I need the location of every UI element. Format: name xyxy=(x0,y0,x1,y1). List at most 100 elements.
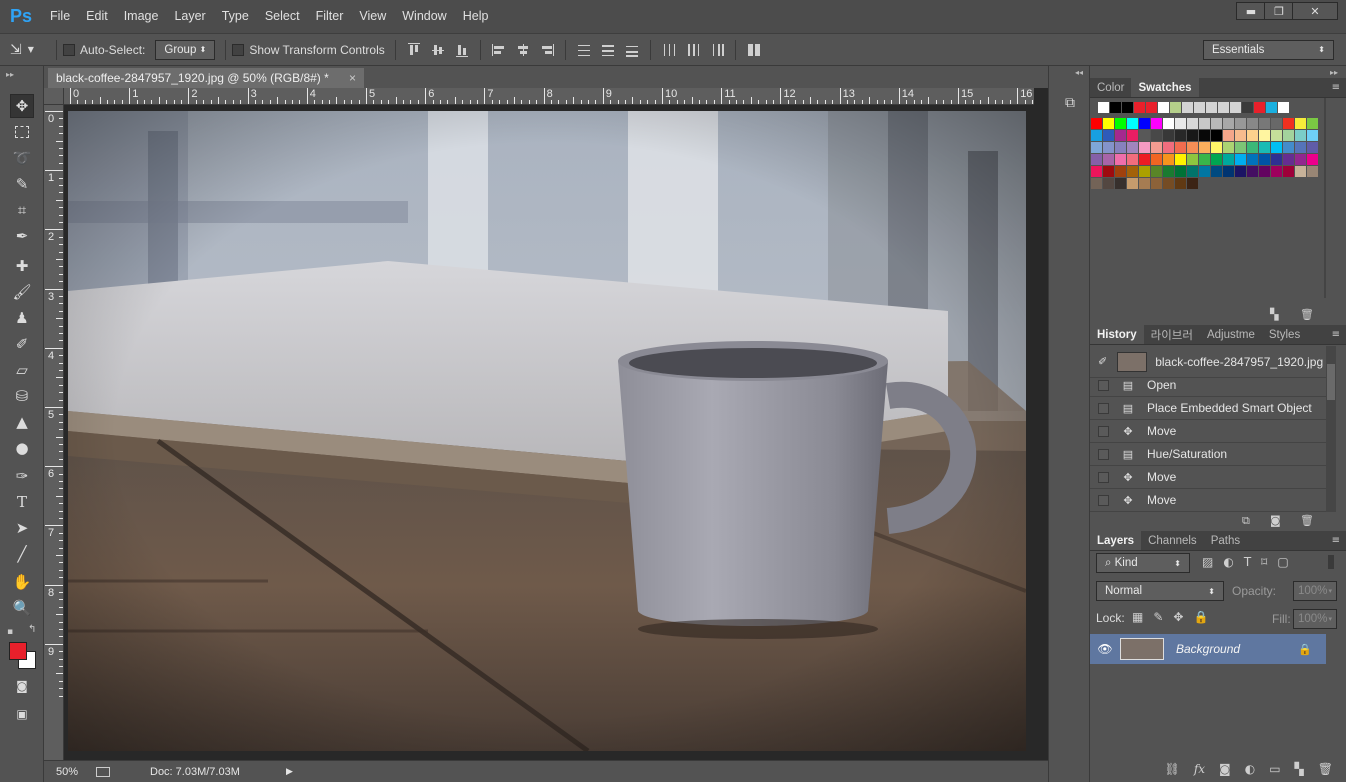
collapse-panel-icon[interactable]: ▸▸ xyxy=(6,70,14,79)
color-swatch[interactable] xyxy=(1091,166,1102,177)
color-swatch[interactable] xyxy=(1115,130,1126,141)
menu-help[interactable]: Help xyxy=(455,0,497,33)
auto-align-icon[interactable] xyxy=(746,42,762,58)
color-swatch[interactable] xyxy=(1211,118,1222,129)
history-item[interactable]: ✥ Move xyxy=(1090,466,1326,489)
color-swatch[interactable] xyxy=(1247,154,1258,165)
color-swatch[interactable] xyxy=(1091,154,1102,165)
color-swatch[interactable] xyxy=(1091,118,1102,129)
color-swatch[interactable] xyxy=(1163,166,1174,177)
visibility-eye-icon[interactable]: 👁 xyxy=(1090,642,1120,656)
color-swatch[interactable] xyxy=(1103,154,1114,165)
delete-layer-icon[interactable]: 🗑 xyxy=(1318,762,1333,776)
color-swatch[interactable] xyxy=(1091,178,1102,189)
color-swatch[interactable] xyxy=(1247,166,1258,177)
color-swatch[interactable] xyxy=(1235,130,1246,141)
color-swatch[interactable] xyxy=(1175,178,1186,189)
restore-button[interactable]: ❐ xyxy=(1264,2,1294,20)
color-swatch[interactable] xyxy=(1211,130,1222,141)
color-swatch[interactable] xyxy=(1187,178,1198,189)
color-swatch[interactable] xyxy=(1199,142,1210,153)
close-document-icon[interactable]: × xyxy=(349,71,356,85)
distribute-hcenter-icon[interactable] xyxy=(685,42,701,58)
color-swatch[interactable] xyxy=(1271,130,1282,141)
color-swatch[interactable] xyxy=(1103,142,1114,153)
recent-swatch[interactable] xyxy=(1266,102,1277,113)
panel-menu-icon[interactable]: ≡ xyxy=(1332,82,1340,93)
layer-row-background[interactable]: 👁 Background 🔒 xyxy=(1090,634,1326,664)
add-mask-icon[interactable]: ◙ xyxy=(1219,762,1231,776)
color-swatch[interactable] xyxy=(1223,142,1234,153)
zoom-tool-icon[interactable]: 🔍 xyxy=(10,596,34,620)
delete-swatch-icon[interactable]: 🗑 xyxy=(1300,308,1314,321)
color-swatch[interactable] xyxy=(1199,130,1210,141)
color-swatch[interactable] xyxy=(1139,178,1150,189)
color-swatch[interactable] xyxy=(1211,154,1222,165)
color-swatch[interactable] xyxy=(1223,166,1234,177)
color-swatch[interactable] xyxy=(1115,178,1126,189)
menu-file[interactable]: File xyxy=(42,0,78,33)
recent-swatch[interactable] xyxy=(1110,102,1121,113)
history-state-checkbox[interactable] xyxy=(1098,448,1109,460)
color-swatch[interactable] xyxy=(1247,130,1258,141)
tab-swatches[interactable]: Swatches xyxy=(1131,78,1199,97)
color-swatch[interactable] xyxy=(1151,142,1162,153)
color-swatch[interactable] xyxy=(1187,142,1198,153)
status-menu-arrow-icon[interactable]: ▶ xyxy=(286,766,293,777)
menu-layer[interactable]: Layer xyxy=(166,0,213,33)
menu-view[interactable]: View xyxy=(351,0,394,33)
recent-swatch[interactable] xyxy=(1230,102,1241,113)
lock-position-icon[interactable]: ✥ xyxy=(1173,610,1183,624)
color-swatch[interactable] xyxy=(1139,130,1150,141)
color-swatch[interactable] xyxy=(1127,118,1138,129)
color-swatch[interactable] xyxy=(1103,130,1114,141)
color-swatch[interactable] xyxy=(1139,142,1150,153)
quick-selection-tool-icon[interactable]: ✎ xyxy=(10,172,34,196)
layer-name[interactable]: Background xyxy=(1176,642,1240,656)
new-swatch-icon[interactable]: ▚ xyxy=(1270,308,1278,321)
tab-channels[interactable]: Channels xyxy=(1141,531,1204,550)
color-swatch[interactable] xyxy=(1139,118,1150,129)
recent-swatch[interactable] xyxy=(1182,102,1193,113)
color-swatch[interactable] xyxy=(1127,178,1138,189)
marquee-tool-icon[interactable] xyxy=(10,120,34,144)
align-left-icon[interactable] xyxy=(491,42,507,58)
tab-adjustments[interactable]: Adjustme xyxy=(1200,325,1262,344)
crop-tool-icon[interactable]: ⌗ xyxy=(10,198,34,222)
color-swatch[interactable] xyxy=(1103,178,1114,189)
color-swatch[interactable] xyxy=(1271,118,1282,129)
recent-swatch[interactable] xyxy=(1218,102,1229,113)
color-swatch[interactable] xyxy=(1307,130,1318,141)
link-layers-icon[interactable]: ⛓ xyxy=(1165,762,1180,776)
clone-stamp-tool-icon[interactable]: ♟ xyxy=(10,306,34,330)
color-swatch[interactable] xyxy=(1163,118,1174,129)
libraries-icon[interactable]: ⧉ xyxy=(1059,92,1081,114)
color-swatch[interactable] xyxy=(1259,154,1270,165)
align-hcenter-icon[interactable] xyxy=(515,42,531,58)
recent-swatch[interactable] xyxy=(1242,102,1253,113)
filter-pixel-icon[interactable]: ▨ xyxy=(1202,555,1213,569)
color-swatch[interactable] xyxy=(1295,154,1306,165)
color-swatch[interactable] xyxy=(1187,154,1198,165)
type-tool-icon[interactable]: T xyxy=(10,490,34,514)
line-tool-icon[interactable]: ╱ xyxy=(10,542,34,566)
brush-tool-icon[interactable]: 🖌 xyxy=(10,280,34,304)
quick-mask-icon[interactable]: ◙ xyxy=(10,674,34,698)
color-swatch[interactable] xyxy=(1307,142,1318,153)
color-swatch[interactable] xyxy=(1235,166,1246,177)
layer-style-icon[interactable]: fx xyxy=(1194,762,1205,776)
color-swatch[interactable] xyxy=(1283,154,1294,165)
color-swatch[interactable] xyxy=(1259,130,1270,141)
minimize-button[interactable]: ▬ xyxy=(1236,2,1266,20)
document-tab[interactable]: black-coffee-2847957_1920.jpg @ 50% (RGB… xyxy=(48,68,364,88)
opacity-field[interactable]: 100% ▾ xyxy=(1293,581,1337,601)
history-state-checkbox[interactable] xyxy=(1098,379,1109,391)
color-swatch[interactable] xyxy=(1223,118,1234,129)
color-swatch[interactable] xyxy=(1115,118,1126,129)
color-swatch[interactable] xyxy=(1295,118,1306,129)
move-tool-preset-icon[interactable]: ⇲ ▼ xyxy=(10,42,50,58)
recent-swatch[interactable] xyxy=(1134,102,1145,113)
color-swatch[interactable] xyxy=(1211,142,1222,153)
new-group-icon[interactable]: ▭ xyxy=(1269,762,1280,776)
move-tool-icon[interactable]: ✥ xyxy=(10,94,34,118)
